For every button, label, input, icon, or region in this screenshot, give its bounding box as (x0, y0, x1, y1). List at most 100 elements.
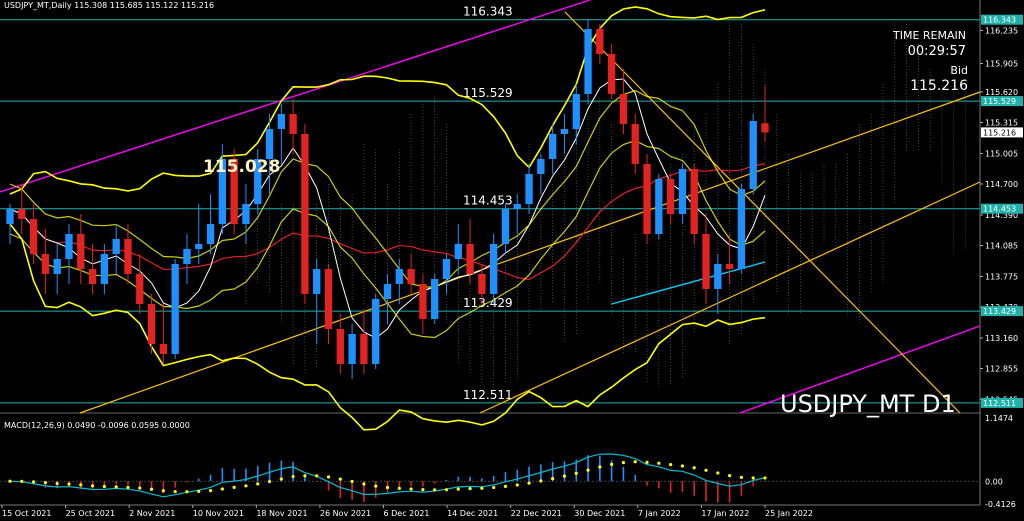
price-tick-label: 113.160 (985, 334, 1018, 343)
macd-tick-label: 0.00 (985, 477, 1003, 486)
candle-body (643, 164, 651, 234)
candle-body (88, 269, 97, 284)
macd-signal-dot (751, 476, 755, 480)
macd-signal-dot (621, 460, 626, 465)
macd-signal-dot (633, 460, 637, 464)
candle-body (702, 234, 710, 289)
candle-body (53, 259, 61, 274)
symbol-watermark: USDJPY_MT D1 (780, 390, 956, 418)
date-label: 18 Nov 2021 (256, 509, 307, 518)
chart-window: 116.343 115.529 114.453 113.429 112.511 116.… (0, 0, 1024, 521)
price-tick-label: 116.235 (985, 27, 1018, 36)
candle-body (419, 284, 427, 319)
macd-signal-dot (350, 479, 354, 484)
candle-body (324, 269, 333, 329)
candle-body (548, 134, 557, 159)
macd-signal-dot (362, 482, 366, 486)
candle-body (666, 179, 675, 214)
candle-body (100, 254, 109, 284)
candle-body (761, 123, 769, 133)
level-label: 112.511 (463, 388, 513, 402)
macd-label: MACD(12,26,9) 0.0490 -0.0096 0.0595 0.00… (4, 421, 190, 430)
price-tick-label: 112.855 (985, 365, 1018, 374)
candle-body (171, 264, 179, 354)
macd-signal-dot (326, 475, 331, 479)
macd-signal-dot (291, 474, 295, 479)
trendline-3 (564, 11, 961, 414)
macd-signal-dot (539, 479, 543, 483)
macd-signal-dot (657, 461, 661, 465)
candle-body (65, 234, 73, 259)
date-label: 7 Jan 2022 (638, 509, 681, 518)
macd-signal-dot (598, 465, 602, 469)
macd-signal-dot (138, 486, 142, 490)
macd-signal-dot (728, 473, 732, 478)
price-chart[interactable]: 116.343115.529114.453113.429112.511 116.… (0, 0, 1024, 521)
date-axis: 15 Oct 2021 25 Oct 2021 2 Nov 2021 10 Nov 2… (1, 505, 813, 518)
bid-label: Bid (950, 64, 968, 77)
candle-body (383, 284, 392, 299)
price-tick-label: 115.315 (985, 119, 1018, 128)
peak-label: 115.028 (203, 157, 280, 177)
time-remain-value: 00:29:57 (908, 44, 966, 59)
date-label: 10 Nov 2021 (193, 509, 244, 518)
level-label: 116.343 (463, 5, 513, 19)
macd-signal-dot (574, 471, 578, 476)
candle-body (525, 174, 533, 204)
candle-body (159, 344, 168, 354)
date-label: 25 Jan 2022 (765, 509, 813, 518)
candle-body (6, 209, 14, 224)
macd-signal-dot (610, 462, 614, 466)
date-label: 6 Dec 2021 (384, 509, 430, 518)
macd-signal-dot (492, 485, 496, 490)
candle-body (301, 134, 309, 294)
macd-signal-dot (149, 487, 154, 491)
candle-body (513, 204, 521, 209)
candle-body (289, 114, 297, 134)
candle-body (265, 129, 274, 159)
indicator-lines (0, 0, 981, 431)
date-label: 14 Dec 2021 (447, 509, 498, 518)
candle-body (619, 94, 628, 124)
macd-signal-dot (763, 476, 767, 480)
candle-body (584, 29, 592, 94)
macd-signal-dot (279, 477, 283, 481)
macd-signal-dot (433, 488, 437, 492)
price-tick-label: 115.905 (985, 60, 1018, 69)
macd-signal-dot (562, 474, 567, 478)
macd-signal-dot (739, 475, 744, 480)
candle-body (678, 169, 687, 214)
date-label: 26 Nov 2021 (320, 509, 371, 518)
price-tick-label: 115.620 (985, 88, 1018, 97)
candle-body (478, 274, 486, 294)
macd-signal-dot (267, 479, 272, 484)
macd-signal-dot (515, 483, 519, 487)
macd-signal-dot (503, 484, 508, 489)
candle-body (454, 244, 462, 259)
candle-body (242, 204, 250, 224)
macd-signal-dot (173, 489, 177, 494)
level-price-box-label: 114.453 (983, 205, 1016, 214)
macd-signal-dot (468, 486, 472, 491)
macd-signal-dot (43, 481, 47, 485)
candle-body (77, 234, 85, 269)
macd-tick-label: -0.4126 (985, 500, 1016, 509)
candle-body (372, 299, 380, 364)
macd-signal-dot (244, 484, 248, 488)
candle-body (466, 244, 474, 274)
price-tick-label: 114.085 (985, 242, 1018, 251)
macd-signal-dot (669, 463, 673, 467)
macd-signal-dot (20, 479, 24, 483)
macd-signal-dot (409, 487, 413, 491)
candle-body (195, 244, 203, 249)
candle-body (41, 254, 50, 274)
macd-signal-dot (480, 486, 484, 490)
candle-body (501, 209, 510, 244)
macd-signal-dot (197, 489, 201, 494)
candle-body (360, 334, 368, 364)
macd-signal-dot (102, 484, 106, 489)
candle-body (442, 259, 451, 279)
macd-signal-dot (208, 489, 213, 493)
candle-body (206, 224, 215, 244)
date-label: 22 Dec 2021 (511, 509, 562, 518)
